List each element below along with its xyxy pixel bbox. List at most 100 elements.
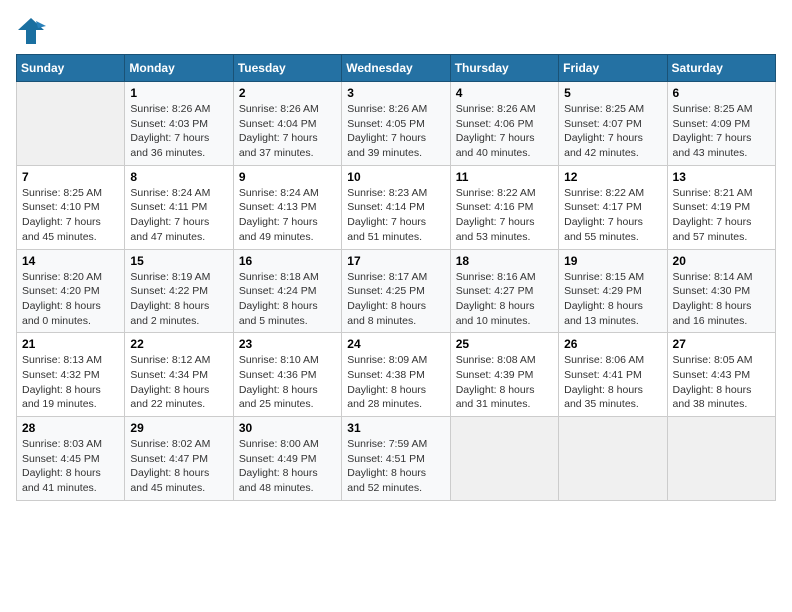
days-header-row: SundayMondayTuesdayWednesdayThursdayFrid… (17, 55, 776, 82)
day-number: 12 (564, 170, 661, 184)
day-info: Sunrise: 8:16 AM Sunset: 4:27 PM Dayligh… (456, 270, 553, 329)
day-header: Wednesday (342, 55, 450, 82)
day-number: 28 (22, 421, 119, 435)
day-info: Sunrise: 8:14 AM Sunset: 4:30 PM Dayligh… (673, 270, 770, 329)
day-number: 5 (564, 86, 661, 100)
calendar-cell: 23 Sunrise: 8:10 AM Sunset: 4:36 PM Dayli… (233, 333, 341, 417)
day-number: 25 (456, 337, 553, 351)
day-info: Sunrise: 8:26 AM Sunset: 4:04 PM Dayligh… (239, 102, 336, 161)
day-info: Sunrise: 8:12 AM Sunset: 4:34 PM Dayligh… (130, 353, 227, 412)
calendar-cell: 5 Sunrise: 8:25 AM Sunset: 4:07 PM Daylig… (559, 82, 667, 166)
day-info: Sunrise: 8:08 AM Sunset: 4:39 PM Dayligh… (456, 353, 553, 412)
day-number: 21 (22, 337, 119, 351)
day-info: Sunrise: 8:25 AM Sunset: 4:10 PM Dayligh… (22, 186, 119, 245)
day-info: Sunrise: 8:09 AM Sunset: 4:38 PM Dayligh… (347, 353, 444, 412)
day-info: Sunrise: 8:22 AM Sunset: 4:17 PM Dayligh… (564, 186, 661, 245)
day-number: 26 (564, 337, 661, 351)
calendar-cell: 11 Sunrise: 8:22 AM Sunset: 4:16 PM Dayli… (450, 165, 558, 249)
day-info: Sunrise: 8:24 AM Sunset: 4:13 PM Dayligh… (239, 186, 336, 245)
calendar-cell: 30 Sunrise: 8:00 AM Sunset: 4:49 PM Dayli… (233, 417, 341, 501)
day-number: 1 (130, 86, 227, 100)
day-info: Sunrise: 8:22 AM Sunset: 4:16 PM Dayligh… (456, 186, 553, 245)
day-header: Thursday (450, 55, 558, 82)
calendar-cell: 8Sunrise: 8:24 AM Sunset: 4:11 PM Daylig… (125, 165, 233, 249)
day-number: 23 (239, 337, 336, 351)
calendar-cell (667, 417, 775, 501)
day-number: 7 (22, 170, 119, 184)
calendar-week-row: 1Sunrise: 8:26 AM Sunset: 4:03 PM Daylig… (17, 82, 776, 166)
day-number: 16 (239, 254, 336, 268)
day-header: Friday (559, 55, 667, 82)
day-info: Sunrise: 8:13 AM Sunset: 4:32 PM Dayligh… (22, 353, 119, 412)
day-number: 9 (239, 170, 336, 184)
day-info: Sunrise: 8:18 AM Sunset: 4:24 PM Dayligh… (239, 270, 336, 329)
calendar-table: SundayMondayTuesdayWednesdayThursdayFrid… (16, 54, 776, 501)
day-info: Sunrise: 8:06 AM Sunset: 4:41 PM Dayligh… (564, 353, 661, 412)
day-header: Tuesday (233, 55, 341, 82)
calendar-cell: 25 Sunrise: 8:08 AM Sunset: 4:39 PM Dayli… (450, 333, 558, 417)
day-info: Sunrise: 8:17 AM Sunset: 4:25 PM Dayligh… (347, 270, 444, 329)
day-info: Sunrise: 8:00 AM Sunset: 4:49 PM Dayligh… (239, 437, 336, 496)
calendar-cell: 1Sunrise: 8:26 AM Sunset: 4:03 PM Daylig… (125, 82, 233, 166)
calendar-cell: 2 Sunrise: 8:26 AM Sunset: 4:04 PM Daylig… (233, 82, 341, 166)
day-info: Sunrise: 8:02 AM Sunset: 4:47 PM Dayligh… (130, 437, 227, 496)
day-number: 22 (130, 337, 227, 351)
day-info: Sunrise: 8:19 AM Sunset: 4:22 PM Dayligh… (130, 270, 227, 329)
calendar-cell: 15Sunrise: 8:19 AM Sunset: 4:22 PM Dayli… (125, 249, 233, 333)
calendar-body: 1Sunrise: 8:26 AM Sunset: 4:03 PM Daylig… (17, 82, 776, 501)
calendar-week-row: 28 Sunrise: 8:03 AM Sunset: 4:45 PM Dayli… (17, 417, 776, 501)
day-info: Sunrise: 8:24 AM Sunset: 4:11 PM Dayligh… (130, 186, 227, 245)
calendar-week-row: 7 Sunrise: 8:25 AM Sunset: 4:10 PM Daylig… (17, 165, 776, 249)
calendar-cell: 31Sunrise: 7:59 AM Sunset: 4:51 PM Dayli… (342, 417, 450, 501)
calendar-cell (17, 82, 125, 166)
day-number: 11 (456, 170, 553, 184)
day-info: Sunrise: 8:21 AM Sunset: 4:19 PM Dayligh… (673, 186, 770, 245)
calendar-cell: 21 Sunrise: 8:13 AM Sunset: 4:32 PM Dayli… (17, 333, 125, 417)
calendar-cell: 6Sunrise: 8:25 AM Sunset: 4:09 PM Daylig… (667, 82, 775, 166)
day-number: 29 (130, 421, 227, 435)
calendar-cell (450, 417, 558, 501)
day-number: 3 (347, 86, 444, 100)
day-number: 13 (673, 170, 770, 184)
day-number: 10 (347, 170, 444, 184)
logo-icon (16, 16, 46, 46)
calendar-cell: 17Sunrise: 8:17 AM Sunset: 4:25 PM Dayli… (342, 249, 450, 333)
day-header: Sunday (17, 55, 125, 82)
day-info: Sunrise: 8:26 AM Sunset: 4:06 PM Dayligh… (456, 102, 553, 161)
day-number: 6 (673, 86, 770, 100)
calendar-cell: 26 Sunrise: 8:06 AM Sunset: 4:41 PM Dayli… (559, 333, 667, 417)
day-info: Sunrise: 8:05 AM Sunset: 4:43 PM Dayligh… (673, 353, 770, 412)
day-number: 24 (347, 337, 444, 351)
calendar-cell: 4 Sunrise: 8:26 AM Sunset: 4:06 PM Daylig… (450, 82, 558, 166)
page-header (16, 16, 776, 46)
day-info: Sunrise: 8:03 AM Sunset: 4:45 PM Dayligh… (22, 437, 119, 496)
day-header: Monday (125, 55, 233, 82)
calendar-cell (559, 417, 667, 501)
calendar-cell: 24 Sunrise: 8:09 AM Sunset: 4:38 PM Dayli… (342, 333, 450, 417)
calendar-cell: 3 Sunrise: 8:26 AM Sunset: 4:05 PM Daylig… (342, 82, 450, 166)
calendar-cell: 19Sunrise: 8:15 AM Sunset: 4:29 PM Dayli… (559, 249, 667, 333)
day-info: Sunrise: 8:10 AM Sunset: 4:36 PM Dayligh… (239, 353, 336, 412)
calendar-week-row: 14Sunrise: 8:20 AM Sunset: 4:20 PM Dayli… (17, 249, 776, 333)
day-number: 30 (239, 421, 336, 435)
day-info: Sunrise: 8:26 AM Sunset: 4:05 PM Dayligh… (347, 102, 444, 161)
calendar-cell: 10 Sunrise: 8:23 AM Sunset: 4:14 PM Dayli… (342, 165, 450, 249)
day-number: 19 (564, 254, 661, 268)
day-info: Sunrise: 8:25 AM Sunset: 4:07 PM Dayligh… (564, 102, 661, 161)
calendar-week-row: 21 Sunrise: 8:13 AM Sunset: 4:32 PM Dayli… (17, 333, 776, 417)
day-info: Sunrise: 8:23 AM Sunset: 4:14 PM Dayligh… (347, 186, 444, 245)
calendar-cell: 12 Sunrise: 8:22 AM Sunset: 4:17 PM Dayli… (559, 165, 667, 249)
calendar-cell: 9 Sunrise: 8:24 AM Sunset: 4:13 PM Daylig… (233, 165, 341, 249)
calendar-cell: 7 Sunrise: 8:25 AM Sunset: 4:10 PM Daylig… (17, 165, 125, 249)
calendar-cell: 14Sunrise: 8:20 AM Sunset: 4:20 PM Dayli… (17, 249, 125, 333)
day-number: 20 (673, 254, 770, 268)
calendar-cell: 18 Sunrise: 8:16 AM Sunset: 4:27 PM Dayli… (450, 249, 558, 333)
day-number: 27 (673, 337, 770, 351)
calendar-cell: 13 Sunrise: 8:21 AM Sunset: 4:19 PM Dayli… (667, 165, 775, 249)
day-number: 18 (456, 254, 553, 268)
calendar-cell: 20 Sunrise: 8:14 AM Sunset: 4:30 PM Dayli… (667, 249, 775, 333)
day-number: 2 (239, 86, 336, 100)
day-number: 14 (22, 254, 119, 268)
calendar-cell: 28 Sunrise: 8:03 AM Sunset: 4:45 PM Dayli… (17, 417, 125, 501)
day-number: 4 (456, 86, 553, 100)
